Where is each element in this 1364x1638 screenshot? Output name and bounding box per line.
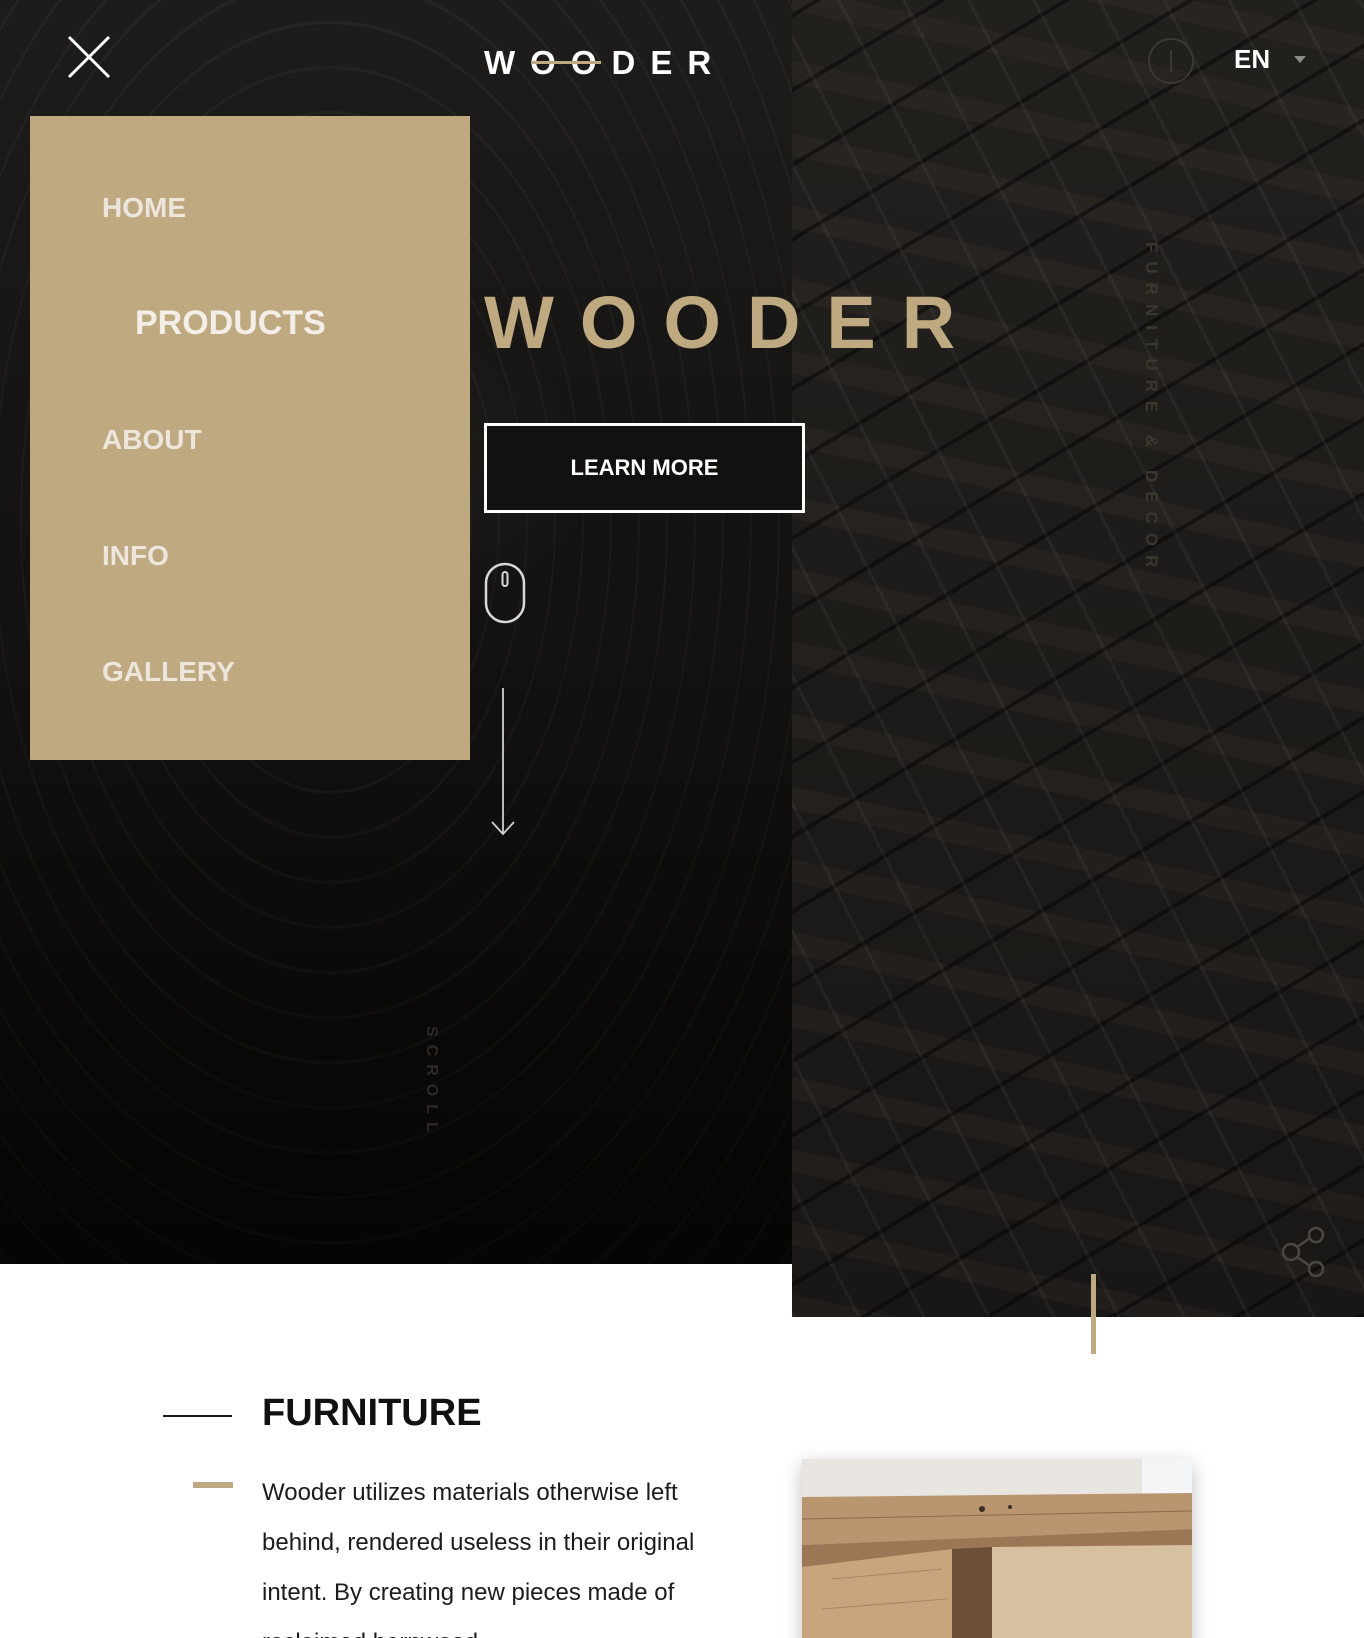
chevron-down-icon[interactable]	[1294, 56, 1306, 63]
furniture-title: FURNITURE	[262, 1392, 482, 1434]
share-icon[interactable]	[1281, 1226, 1327, 1278]
language-selector[interactable]: EN	[1234, 44, 1270, 75]
close-icon[interactable]	[66, 34, 112, 80]
section-divider-line	[1091, 1274, 1096, 1354]
menu-item-gallery[interactable]: GALLERY	[102, 656, 235, 688]
info-icon[interactable]	[1148, 38, 1194, 84]
menu-item-home[interactable]: HOME	[102, 192, 186, 224]
logo-accent-bar	[531, 61, 601, 64]
furniture-description: Wooder utilizes materials otherwise left…	[262, 1479, 695, 1638]
scroll-label: SCROLL	[423, 1026, 440, 1140]
body-dash	[193, 1482, 233, 1488]
tagline-vertical: FURNITURE & DECOR	[1142, 242, 1161, 577]
menu-item-products[interactable]: PRODUCTS	[135, 304, 326, 343]
arrow-down-icon[interactable]	[490, 688, 516, 838]
hero-title: WOODER	[484, 281, 982, 364]
title-dash	[163, 1415, 232, 1417]
mouse-icon	[484, 562, 526, 624]
menu-item-about[interactable]: ABOUT	[102, 424, 202, 456]
site-logo[interactable]: WOODER	[484, 44, 716, 84]
hero-right-background	[792, 0, 1364, 1317]
menu-item-info[interactable]: INFO	[102, 540, 169, 572]
learn-more-button[interactable]: LEARN MORE	[484, 423, 805, 513]
nav-menu-panel: HOME PRODUCTS ABOUT INFO GALLERY	[30, 116, 470, 760]
furniture-image[interactable]	[802, 1459, 1192, 1638]
